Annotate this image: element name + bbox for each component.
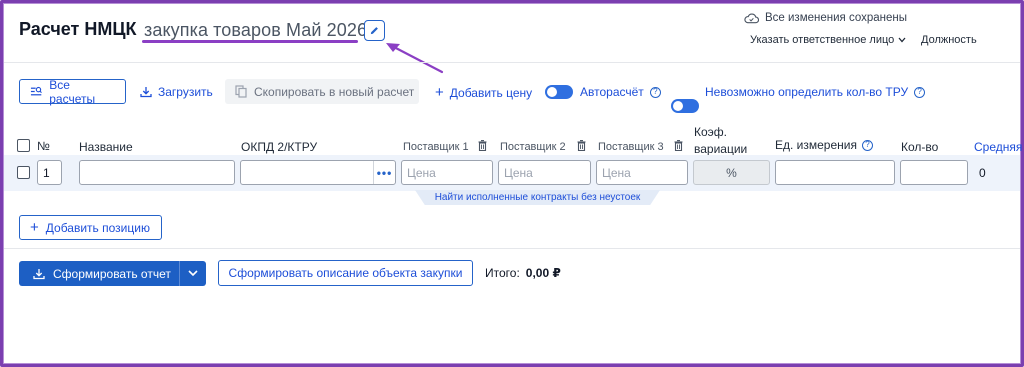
- total-value: 0,00 ₽: [525, 266, 561, 280]
- column-header-supplier-3: Поставщик 3: [598, 141, 664, 153]
- generate-report-button[interactable]: Сформировать отчет: [19, 261, 206, 286]
- annotation-underline: [142, 40, 358, 43]
- calculation-name[interactable]: закупка товаров Май 2026: [144, 20, 367, 41]
- qty-input[interactable]: [900, 160, 968, 185]
- supplier-1-price-input[interactable]: Цена: [401, 160, 493, 185]
- annotation-arrow: [386, 43, 444, 74]
- position-field[interactable]: Должность: [921, 34, 977, 46]
- select-all-checkbox[interactable]: [17, 139, 30, 152]
- section-divider: [4, 248, 1020, 249]
- okpd-input[interactable]: •••: [240, 160, 396, 185]
- copy-to-new-label: Скопировать в новый расчет: [254, 84, 415, 99]
- trash-icon[interactable]: [674, 140, 683, 151]
- column-header-num: №: [37, 139, 50, 153]
- supplier-2-price-input[interactable]: Цена: [498, 160, 591, 185]
- plus-icon: +: [30, 219, 39, 236]
- header-divider: [4, 62, 1020, 63]
- row-checkbox[interactable]: [17, 166, 30, 179]
- add-position-button[interactable]: + Добавить позицию: [19, 215, 162, 240]
- column-header-unit-group: Ед. измерения ?: [775, 138, 873, 152]
- copy-icon: [235, 85, 247, 98]
- help-icon[interactable]: ?: [861, 139, 873, 151]
- add-price-button[interactable]: + Добавить цену: [435, 85, 532, 100]
- generate-report-main[interactable]: Сформировать отчет: [19, 261, 179, 286]
- upload-button[interactable]: Загрузить: [140, 85, 213, 99]
- save-status-text: Все изменения сохранены: [765, 12, 908, 24]
- page-title: Расчет НМЦК: [19, 19, 137, 39]
- help-icon[interactable]: ?: [649, 86, 661, 98]
- find-contracts-link[interactable]: Найти исполненные контракты без неустоек: [415, 190, 660, 205]
- column-header-supplier-1: Поставщик 1: [403, 141, 469, 153]
- help-icon[interactable]: ?: [914, 86, 926, 98]
- supplier-3-price-input[interactable]: Цена: [596, 160, 688, 185]
- chevron-down-icon: [188, 270, 198, 277]
- autocalc-toggle[interactable]: [545, 85, 573, 99]
- generate-report-label: Сформировать отчет: [53, 266, 171, 281]
- responsible-dropdown[interactable]: Указать ответственное лицо: [750, 34, 906, 46]
- cannot-determine-label: Невозможно определить кол-во ТРУ: [705, 85, 909, 99]
- total-label: Итого:: [485, 266, 520, 280]
- column-header-okpd: ОКПД 2/КТРУ: [241, 140, 318, 154]
- column-header-name: Название: [79, 140, 133, 154]
- cloud-icon: [744, 13, 759, 23]
- all-calculations-button[interactable]: Все расчеты: [19, 77, 126, 106]
- autocalc-label-group: Авторасчёт ?: [580, 85, 661, 99]
- copy-to-new-button[interactable]: Скопировать в новый расчет: [225, 79, 419, 104]
- unit-input[interactable]: [775, 160, 895, 185]
- generate-description-label: Сформировать описание объекта закупки: [228, 266, 463, 280]
- list-search-icon: [30, 86, 42, 96]
- plus-icon: +: [435, 84, 444, 101]
- download-icon: [140, 87, 152, 98]
- generate-description-button[interactable]: Сформировать описание объекта закупки: [218, 260, 473, 286]
- autocalc-label: Авторасчёт: [580, 85, 644, 99]
- download-icon: [33, 268, 45, 279]
- name-input[interactable]: [79, 160, 235, 185]
- pencil-icon: [370, 27, 378, 35]
- add-price-label: Добавить цену: [449, 85, 533, 100]
- save-status: Все изменения сохранены: [744, 12, 907, 24]
- avg-value: 0: [979, 166, 986, 180]
- report-options-toggle[interactable]: [180, 261, 206, 286]
- column-header-unit: Ед. измерения: [775, 138, 857, 152]
- column-header-supplier-2: Поставщик 2: [500, 141, 566, 153]
- total: Итого: 0,00 ₽: [485, 266, 561, 280]
- column-header-coef: Коэф. вариации: [694, 124, 747, 158]
- more-icon[interactable]: •••: [373, 161, 395, 184]
- column-header-avg[interactable]: Средняя: [974, 140, 1022, 154]
- column-header-coef-line1: Коэф.: [694, 125, 727, 139]
- cannot-determine-label-group: Невозможно определить кол-во ТРУ ?: [705, 85, 926, 99]
- all-calculations-label: Все расчеты: [49, 77, 96, 106]
- responsible-label: Указать ответственное лицо: [750, 34, 895, 46]
- cannot-determine-toggle[interactable]: [671, 99, 699, 113]
- row-number-field[interactable]: 1: [37, 160, 62, 185]
- trash-icon[interactable]: [478, 140, 487, 151]
- upload-label: Загрузить: [158, 85, 213, 99]
- coef-variation-field: %: [693, 160, 770, 185]
- column-header-qty: Кол-во: [901, 140, 939, 154]
- add-position-label: Добавить позицию: [45, 220, 150, 235]
- chevron-down-icon: [898, 37, 906, 43]
- trash-icon[interactable]: [577, 140, 586, 151]
